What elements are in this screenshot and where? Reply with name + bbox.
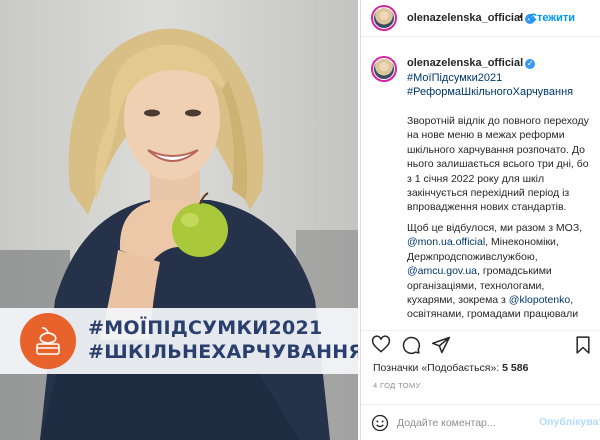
post-header: olenazelenska_official ✓ • Стежити [361, 0, 600, 37]
avatar[interactable] [371, 5, 397, 31]
hashtag-link[interactable]: #РеформаШкільногоХарчування [407, 86, 573, 98]
share-icon[interactable] [431, 335, 451, 355]
likes-number: 5 586 [502, 362, 529, 374]
mention-link-amcu[interactable]: @amcu.gov.ua [407, 265, 477, 277]
hashtag-link[interactable]: #МоїПідсумки2021 [407, 72, 502, 84]
heart-icon[interactable] [371, 335, 391, 355]
post-image[interactable]: #МОЇПІДСУМКИ2021 #ШКІЛЬНЕХАРЧУВАННЯ [0, 0, 358, 440]
caption-paragraph-2: Щоб це відбулося, ми разом з МОЗ, @mon.u… [407, 221, 593, 322]
comment-bar: Опублікувати [361, 404, 600, 440]
verified-badge-icon: ✓ [525, 59, 536, 69]
apple-lunchbox-icon [20, 313, 76, 369]
header-username-link[interactable]: olenazelenska_official ✓ [407, 12, 536, 24]
caption-scroll-area[interactable]: olenazelenska_official ✓ #МоїПідсумки2021… [361, 44, 600, 322]
caption-text: Щоб це відбулося, ми разом з МОЗ, [407, 222, 583, 234]
post-timestamp[interactable]: 4 ГОД ТОМУ [373, 381, 421, 390]
publish-button[interactable]: Опублікувати [539, 416, 600, 428]
caption-username: olenazelenska_official [407, 57, 524, 69]
banner-line-2: #ШКІЛЬНЕХАРЧУВАННЯ [88, 341, 358, 363]
bookmark-icon[interactable] [573, 335, 593, 355]
comment-icon[interactable] [401, 335, 421, 355]
action-bar [361, 330, 600, 356]
post-details-panel: olenazelenska_official ✓ • Стежити olenaz… [360, 0, 600, 440]
emoji-icon[interactable] [371, 414, 389, 432]
separator-dot: • [519, 11, 523, 23]
likes-count[interactable]: Позначки «Подобається»: 5 586 [373, 362, 528, 374]
banner-line-1: #МОЇПІДСУМКИ2021 [88, 317, 323, 339]
caption-avatar[interactable] [371, 56, 397, 82]
mention-link-mon[interactable]: @mon.ua.official [407, 236, 485, 248]
caption-paragraph-1: Зворотній відлік до повного переходу на … [407, 115, 589, 214]
mention-link-klopotenko[interactable]: @klopotenko [509, 294, 570, 306]
likes-label: Позначки «Подобається»: [373, 362, 500, 374]
portrait-illustration [0, 28, 358, 440]
caption-username-link[interactable]: olenazelenska_official ✓ [407, 57, 536, 69]
header-username: olenazelenska_official [407, 12, 524, 24]
hashtag-banner: #МОЇПІДСУМКИ2021 #ШКІЛЬНЕХАРЧУВАННЯ [0, 308, 358, 374]
comment-input[interactable] [397, 415, 535, 431]
follow-button[interactable]: Стежити [529, 12, 575, 24]
